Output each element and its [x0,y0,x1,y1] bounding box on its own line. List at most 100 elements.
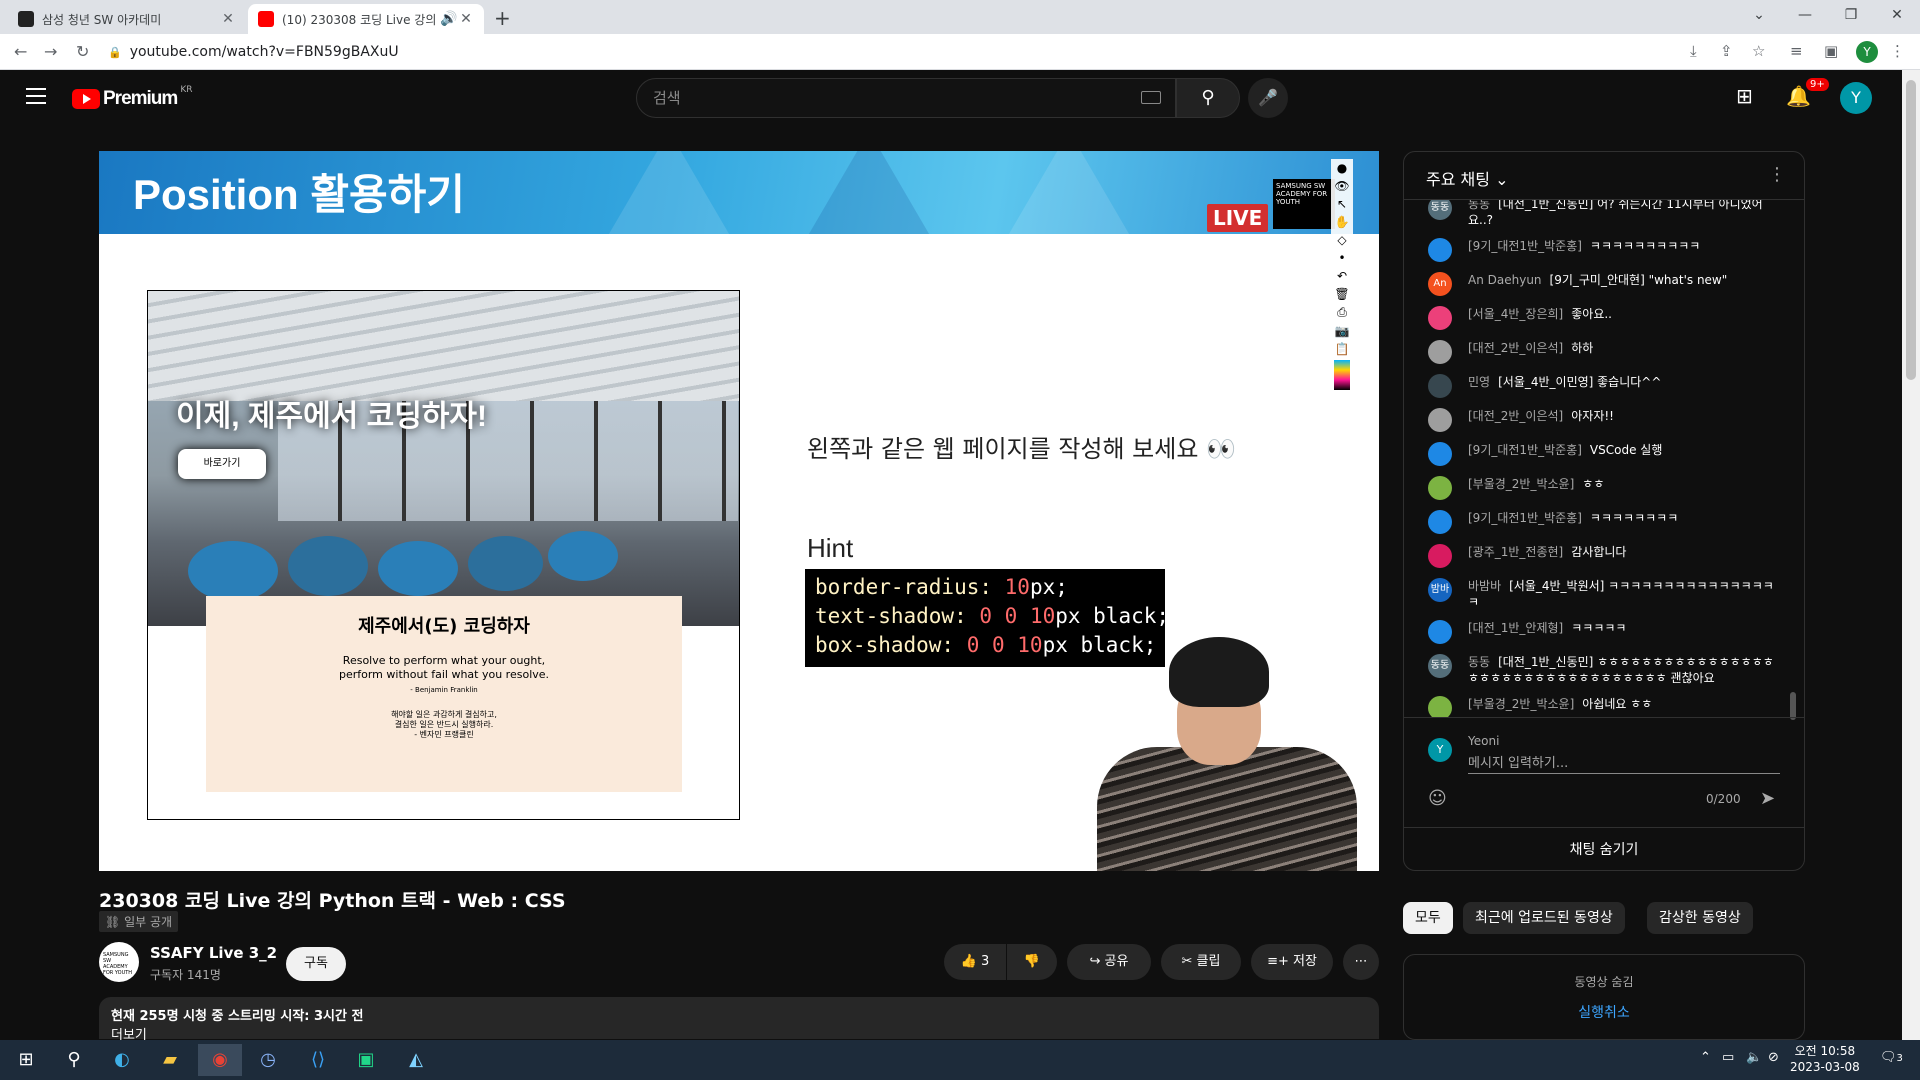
chat-author-avatar[interactable] [1428,408,1452,432]
chat-message[interactable]: [대전_2반_이은석] 아자자!! [1404,408,1804,432]
chat-author-name[interactable]: [서울_4반_장은희] [1468,307,1563,321]
channel-avatar[interactable]: SAMSUNG SW ACADEMY FOR YOUTH [99,942,139,982]
account-avatar[interactable]: Y [1840,82,1872,114]
tab-search-icon[interactable]: ⌄ [1736,0,1782,30]
chat-author-name[interactable]: [대전_2반_이은석] [1468,409,1563,423]
chat-message[interactable]: [부울경_2반_박소윤] ㅎㅎ [1404,476,1804,500]
search-button[interactable]: ⚲ [1176,78,1240,118]
forward-icon[interactable]: → [44,42,57,61]
eraser-icon[interactable]: ◇ [1337,233,1346,247]
chip-recent[interactable]: 최근에 업로드된 동영상 [1463,902,1625,934]
chat-author-name[interactable]: [대전_1반_안제형] [1468,621,1563,635]
clip-button[interactable]: ✂ 클립 [1161,944,1241,980]
chat-author-name[interactable]: [9기_대전1반_박준홍] [1468,239,1582,253]
close-window-button[interactable]: ✕ [1874,0,1920,30]
new-tab-button[interactable]: + [494,6,511,30]
maximize-button[interactable]: ❐ [1828,0,1874,30]
share-icon[interactable]: ⇪ [1720,42,1733,60]
chat-message[interactable]: [9기_대전1반_박준홍] VSCode 실행 [1404,442,1804,466]
chat-message-list[interactable]: 동동 동동 [대전_1반_신동민] 어? 쉬는시간 11시부터 아니었어요..? [9… [1404,200,1804,717]
chat-author-name[interactable]: [광주_1반_전종현] [1468,545,1563,559]
chat-author-avatar[interactable]: 동동 [1428,654,1452,678]
chat-author-name[interactable]: [부울경_2반_박소윤] [1468,697,1574,711]
chat-message[interactable]: 밤바 바밤바 [서울_4반_박원서] ㅋㅋㅋㅋㅋㅋㅋㅋㅋㅋㅋㅋㅋㅋㅋㅋ [1404,578,1804,610]
chat-message[interactable]: [부울경_2반_박소윤] 아쉽네요 ㅎㅎ [1404,696,1804,717]
browser-tab-active[interactable]: (10) 230308 코딩 Live 강의 🔊 ✕ [248,4,484,34]
chat-author-name[interactable]: [부울경_2반_박소윤] [1468,477,1574,491]
chat-author-name[interactable]: 바밤바 [1468,579,1501,593]
chip-all[interactable]: 모두 [1403,902,1453,934]
dislike-button[interactable]: 👎 [1007,944,1057,980]
color-palette[interactable] [1334,360,1350,390]
system-clock[interactable]: 오전 10:58 2023-03-08 [1790,1043,1860,1075]
chat-author-name[interactable]: [대전_2반_이은석] [1468,341,1563,355]
channel-name[interactable]: SSAFY Live 3_2 [150,944,277,962]
menu-kebab-icon[interactable]: ⋮ [1890,42,1905,60]
file-explorer-icon[interactable]: ▰ [148,1044,192,1076]
chat-author-name[interactable]: 동동 [1468,655,1490,669]
media-control-icon[interactable]: ≡ [1790,42,1803,60]
volume-icon[interactable]: 🔈 [1746,1050,1762,1065]
pycharm-icon[interactable]: ▣ [344,1044,388,1076]
chat-author-name[interactable]: [9기_대전1반_박준홍] [1468,511,1582,525]
chat-author-avatar[interactable] [1428,620,1452,644]
save-button[interactable]: ≡+ 저장 [1251,944,1333,980]
share-button[interactable]: ↪ 공유 [1067,944,1151,980]
chip-watched[interactable]: 감상한 동영상 [1647,902,1753,934]
keyboard-icon[interactable] [1141,91,1161,104]
network-icon[interactable]: ▭ [1722,1050,1734,1065]
like-button[interactable]: 👍 3 [944,944,1006,980]
chat-header[interactable]: 주요 채팅 ⌄ ⋮ [1404,152,1804,200]
chat-author-avatar[interactable] [1428,510,1452,534]
chat-author-avatar[interactable]: 동동 [1428,200,1452,220]
voice-search-icon[interactable]: 🎤 [1248,78,1288,118]
chat-author-name[interactable]: 동동 [1468,200,1490,211]
chat-message-input[interactable]: 메시지 입력하기... [1468,752,1780,774]
undo-link[interactable]: 실행취소 [1404,1002,1804,1022]
chat-message[interactable]: [9기_대전1반_박준홍] ㅋㅋㅋㅋㅋㅋㅋㅋㅋㅋ [1404,238,1804,262]
description-box[interactable]: 현재 255명 시청 중 스트리밍 시작: 3시간 전 더보기 [99,997,1379,1043]
close-tab-icon[interactable]: ✕ [458,11,474,27]
hide-chat-button[interactable]: 채팅 숨기기 [1404,827,1804,870]
chat-message[interactable]: 동동 동동 [대전_1반_신동민] 어? 쉬는시간 11시부터 아니었어요..? [1404,200,1804,228]
chat-author-name[interactable]: [9기_대전1반_박준홍] [1468,443,1582,457]
chat-scrollbar[interactable] [1790,692,1796,720]
chat-author-name[interactable]: 민영 [1468,375,1490,389]
chat-more-icon[interactable]: ⋮ [1768,164,1786,185]
chat-author-avatar[interactable]: An [1428,272,1452,296]
action-center-icon[interactable]: 🗨3 [1880,1050,1903,1065]
chat-message[interactable]: [9기_대전1반_박준홍] ㅋㅋㅋㅋㅋㅋㅋㅋ [1404,510,1804,534]
camera-icon[interactable]: 📷 [1335,324,1350,338]
install-icon[interactable]: ⤓ [1690,42,1697,60]
bookmark-star-icon[interactable]: ☆ [1752,42,1765,60]
blocked-icon[interactable]: ⊘ [1768,1050,1779,1065]
search-icon[interactable]: ⚲ [52,1044,96,1076]
chat-author-avatar[interactable] [1428,238,1452,262]
hamburger-menu-icon[interactable] [26,88,46,104]
print-icon[interactable]: ⎙ [1337,305,1347,320]
profile-avatar[interactable]: Y [1856,41,1878,63]
vscode-icon[interactable]: ⟨⟩ [296,1044,340,1076]
subscribe-button[interactable]: 구독 [286,947,346,981]
chat-message[interactable]: An An Daehyun [9기_구미_안대현] "what's new" [1404,272,1804,296]
search-input[interactable]: 검색 [636,78,1176,118]
edge-icon[interactable]: ◐ [100,1044,144,1076]
chat-message[interactable]: [대전_2반_이은석] 하하 [1404,340,1804,364]
youtube-premium-logo[interactable]: Premium KR [72,85,192,110]
chat-author-name[interactable]: An Daehyun [1468,273,1542,287]
back-icon[interactable]: ← [14,42,27,61]
chat-message[interactable]: [광주_1반_전종현] 감사합니다 [1404,544,1804,568]
trash-icon[interactable]: 🗑 [1334,287,1349,301]
chat-message[interactable]: [대전_1반_안제형] ㅋㅋㅋㅋㅋ [1404,620,1804,644]
chat-author-avatar[interactable] [1428,306,1452,330]
chat-message[interactable]: 민영 [서울_4반_이민영] 좋습니다^^ [1404,374,1804,398]
chat-author-avatar[interactable]: 밤바 [1428,578,1452,602]
emoji-icon[interactable]: ☺ [1428,788,1447,809]
video-player[interactable]: Position 활용하기 LIVE SAMSUNG SW ACADEMY FO… [99,151,1379,871]
dot-icon[interactable]: • [1338,251,1345,265]
chat-author-avatar[interactable] [1428,696,1452,717]
app-icon[interactable]: ◭ [394,1044,438,1076]
chat-author-avatar[interactable] [1428,374,1452,398]
clipboard-icon[interactable]: 📋 [1335,342,1350,356]
chat-author-avatar[interactable] [1428,442,1452,466]
